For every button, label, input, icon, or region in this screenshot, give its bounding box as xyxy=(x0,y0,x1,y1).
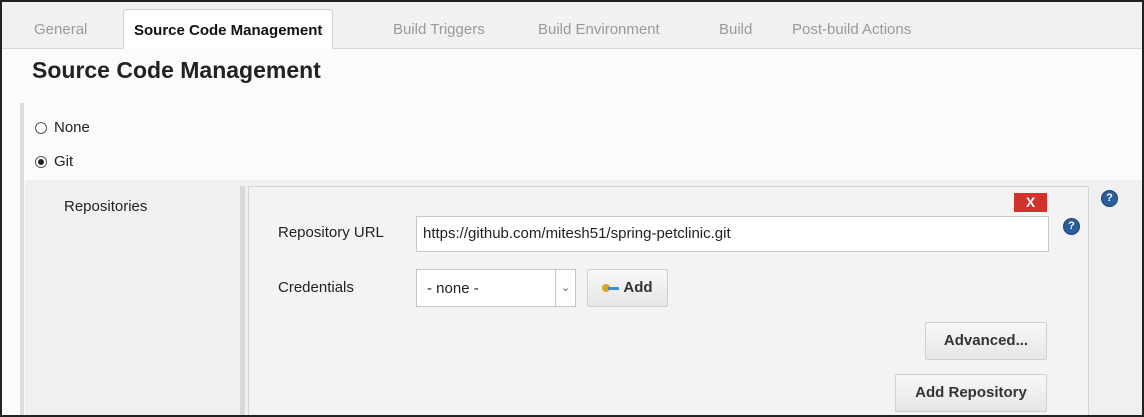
help-icon[interactable]: ? xyxy=(1063,218,1080,235)
tab-build-triggers[interactable]: Build Triggers xyxy=(393,2,485,48)
radio-icon[interactable] xyxy=(35,155,47,168)
section-title: Source Code Management xyxy=(32,57,321,83)
credentials-select-value: - none - xyxy=(427,280,479,297)
repository-url-input[interactable]: https://github.com/mitesh51/spring-petcl… xyxy=(416,216,1049,252)
delete-repository-button[interactable]: X xyxy=(1014,193,1047,212)
add-repository-button[interactable]: Add Repository xyxy=(895,374,1047,412)
repository-url-label: Repository URL xyxy=(278,224,384,241)
tab-source-code-management[interactable]: Source Code Management xyxy=(123,9,334,50)
scm-option-git-label: Git xyxy=(54,153,74,170)
git-config-panel: Repositories X Repository URL https://gi… xyxy=(25,180,1142,415)
key-icon xyxy=(602,284,620,293)
jenkins-job-config: General Source Code Management Build Tri… xyxy=(0,0,1144,417)
scm-option-none-label: None xyxy=(54,119,90,136)
tab-post-build-actions[interactable]: Post-build Actions xyxy=(792,2,911,48)
add-credentials-button[interactable]: Add xyxy=(587,269,668,307)
add-credentials-label: Add xyxy=(623,279,653,296)
help-icon[interactable]: ? xyxy=(1101,190,1118,207)
repositories-label: Repositories xyxy=(64,198,148,215)
chevron-down-icon[interactable]: ⌄ xyxy=(555,270,575,306)
repository-entry: X Repository URL https://github.com/mite… xyxy=(248,186,1089,415)
repositories-divider xyxy=(240,186,245,415)
tab-general[interactable]: General xyxy=(34,2,87,48)
radio-icon[interactable] xyxy=(35,121,47,134)
scm-option-none[interactable]: None xyxy=(35,119,90,136)
tab-bar: General Source Code Management Build Tri… xyxy=(2,2,1142,50)
advanced-button[interactable]: Advanced... xyxy=(925,322,1047,360)
scm-section: Source Code Management None Git Reposito… xyxy=(2,49,1142,415)
section-divider xyxy=(20,103,24,415)
credentials-select[interactable]: - none - ⌄ xyxy=(416,269,576,307)
tab-build[interactable]: Build xyxy=(719,2,752,48)
scm-option-git[interactable]: Git xyxy=(35,153,73,170)
credentials-label: Credentials xyxy=(278,279,354,296)
tab-build-environment[interactable]: Build Environment xyxy=(538,2,660,48)
